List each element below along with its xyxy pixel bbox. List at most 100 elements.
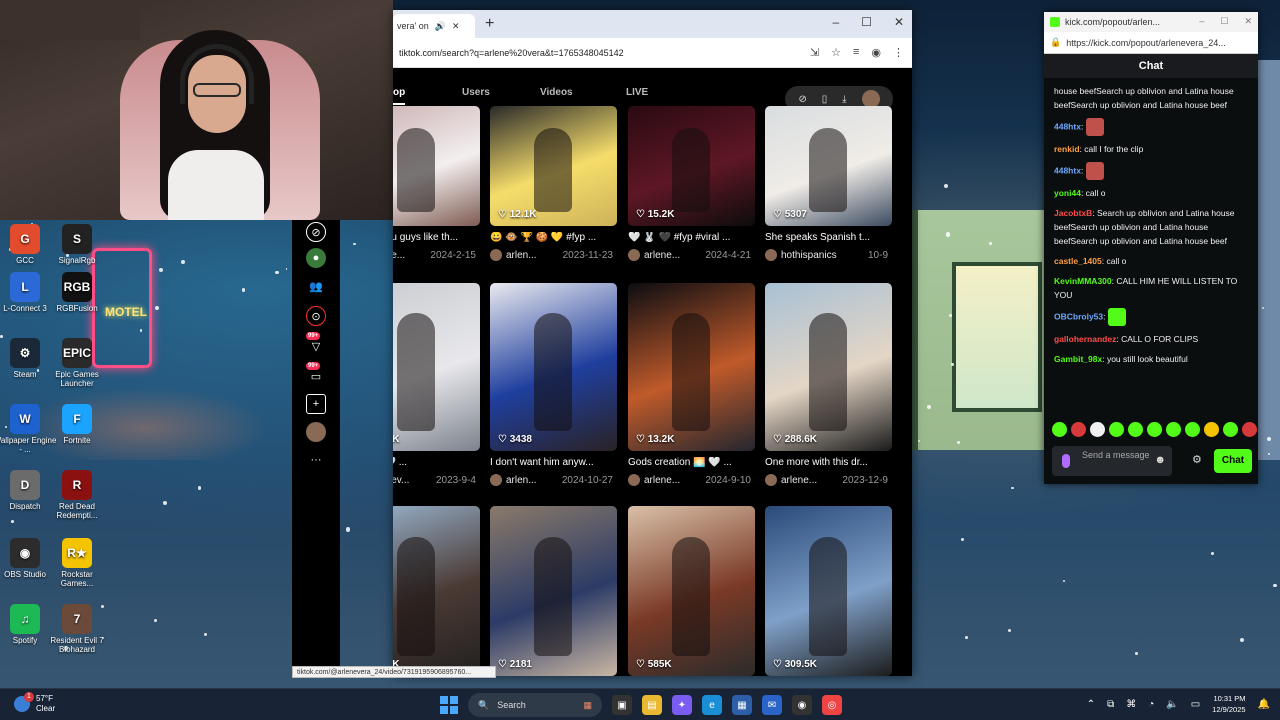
video-thumbnail[interactable]: ♡ 585K	[628, 506, 755, 676]
video-thumbnail[interactable]: ♡ 13.9K	[393, 283, 480, 451]
chat-username[interactable]: OBCbroly53	[1054, 311, 1103, 321]
author-name[interactable]: hothispanics	[781, 250, 837, 261]
video-card[interactable]: ♡ 309.5K	[765, 506, 892, 676]
chat-username[interactable]: Gambit_98x	[1054, 354, 1102, 364]
menu-kebab-icon[interactable]: ⋮	[893, 46, 904, 59]
obs-taskbar-icon[interactable]: ◉	[792, 695, 812, 715]
emote-icon[interactable]	[1223, 422, 1238, 437]
video-caption[interactable]: I don't want him anyw...	[490, 457, 617, 468]
emote-icon[interactable]	[1128, 422, 1143, 437]
kick-address-bar[interactable]: 🔒 https://kick.com/popout/arlenevera_24.…	[1044, 32, 1258, 54]
battery-icon[interactable]: ▭	[1191, 699, 1200, 710]
store-icon[interactable]: ▦	[732, 695, 752, 715]
author-avatar[interactable]	[628, 249, 640, 261]
author-name[interactable]: arlenev...	[393, 475, 409, 486]
author-name[interactable]: arlene...	[644, 250, 680, 261]
author-avatar[interactable]	[490, 474, 502, 486]
profile-icon[interactable]: ◉	[871, 46, 881, 59]
volume-icon[interactable]: 🔈	[1166, 699, 1178, 710]
emote-icon[interactable]	[1052, 422, 1067, 437]
kick-url[interactable]: https://kick.com/popout/arlenevera_24...	[1066, 38, 1226, 48]
video-card[interactable]: ♡ 5307 She speaks Spanish t... hothispanic…	[765, 106, 892, 261]
messages-icon[interactable]: ▽ 99+	[306, 332, 326, 356]
video-thumbnail[interactable]: ♡ 2181	[490, 506, 617, 676]
emote-icon[interactable]	[1204, 422, 1219, 437]
author-avatar[interactable]	[765, 474, 777, 486]
author-name[interactable]: arlene...	[393, 250, 405, 261]
author-name[interactable]: arlen...	[506, 250, 537, 261]
video-thumbnail[interactable]: ♡ 12.1K	[490, 106, 617, 226]
desktop-shortcut[interactable]: R★ Rockstar Games...	[44, 538, 110, 588]
video-thumbnail[interactable]: ♡ 13.2K	[628, 283, 755, 451]
video-card[interactable]: ♡ 2181	[490, 506, 617, 676]
close-icon[interactable]: ✕	[894, 15, 904, 29]
emote-icon[interactable]	[1147, 422, 1162, 437]
emote-icon[interactable]	[1242, 422, 1257, 437]
tray-bluetooth-icon[interactable]: ⌘	[1126, 699, 1136, 710]
video-card[interactable]: ♡ 13.9K 🤍 🤍 🤍 ... arlenev... 2023-9-4	[393, 283, 480, 486]
video-caption[interactable]: 🤍 🐰 🖤 #fyp #viral ...	[628, 232, 755, 243]
new-tab-button[interactable]: +	[485, 15, 494, 33]
tab-top[interactable]: op	[393, 87, 405, 98]
video-thumbnail[interactable]: ♡ 309.5K	[765, 506, 892, 676]
chat-input[interactable]: Send a message ☻	[1052, 446, 1172, 476]
tray-chevron-icon[interactable]: ⌃	[1087, 699, 1095, 710]
author-avatar[interactable]	[765, 249, 777, 261]
profile-avatar-icon[interactable]	[306, 422, 326, 442]
video-thumbnail[interactable]: ♡ 15.2K	[628, 106, 755, 226]
author-name[interactable]: arlene...	[781, 475, 817, 486]
mic-icon[interactable]	[1062, 454, 1070, 468]
video-caption[interactable]: 🤍 🤍 🤍 ...	[393, 457, 480, 468]
video-thumbnail[interactable]: ♡ 54.6K	[393, 506, 480, 676]
mail-icon[interactable]: ✉	[762, 695, 782, 715]
download-icon[interactable]: ⤓	[842, 94, 846, 105]
media-icon[interactable]: ≡	[853, 46, 859, 59]
start-button[interactable]	[440, 696, 458, 714]
video-card[interactable]: ♡ 15.2K 🤍 🐰 🖤 #fyp #viral ... arlene... 202…	[628, 106, 755, 261]
tab-live[interactable]: LIVE	[626, 87, 648, 98]
author-avatar[interactable]	[628, 474, 640, 486]
author-avatar[interactable]	[490, 249, 502, 261]
chat-username[interactable]: castle_1405	[1054, 256, 1102, 266]
desktop-shortcut[interactable]: R Red Dead Redempti...	[44, 470, 110, 520]
emote-icon[interactable]	[1185, 422, 1200, 437]
weather-widget[interactable]: 1 57°F Clear	[14, 692, 55, 714]
taskbar-search[interactable]: 🔍 Search ▦	[468, 693, 602, 717]
chat-settings-icon[interactable]: ⚙	[1192, 453, 1202, 466]
chat-username[interactable]: gallohernandez	[1054, 334, 1116, 344]
device-icon[interactable]: ▯	[822, 94, 828, 105]
desktop-shortcut[interactable]: 7 Resident Evil 7 Biohazard	[44, 604, 110, 654]
chat-username[interactable]: 448htx	[1054, 121, 1081, 131]
kick-maximize-icon[interactable]: ☐	[1220, 16, 1228, 27]
emoji-picker-icon[interactable]: ☻	[1154, 455, 1166, 466]
desktop-shortcut[interactable]: F Fortnite	[44, 404, 110, 445]
chrome-icon[interactable]: ◎	[822, 695, 842, 715]
desktop-shortcut[interactable]: RGB RGBFusion	[44, 272, 110, 313]
bookmark-star-icon[interactable]: ☆	[831, 46, 841, 59]
following-avatar-icon[interactable]: ●	[306, 248, 326, 268]
chat-username[interactable]: renkid	[1054, 144, 1080, 154]
chat-username[interactable]: KevinMMA300	[1054, 276, 1112, 286]
video-thumbnail[interactable]: ♡ 3438	[490, 283, 617, 451]
inbox-icon[interactable]: ▭ 99+	[306, 362, 326, 386]
upload-icon[interactable]: +	[306, 394, 326, 414]
video-caption[interactable]: One more with this dr...	[765, 457, 892, 468]
video-caption[interactable]: She speaks Spanish t...	[765, 232, 892, 243]
video-caption[interactable]: Gods creation 🌅 🤍 ...	[628, 457, 755, 468]
friends-icon[interactable]: 👥	[306, 276, 326, 296]
task-view-icon[interactable]: ▣	[612, 695, 632, 715]
tab-users[interactable]: Users	[462, 87, 490, 98]
video-caption[interactable]: Since you guys like th...	[393, 232, 480, 243]
tab-close-icon[interactable]: ✕	[452, 21, 460, 32]
tray-app-icon[interactable]: ⧉	[1107, 699, 1114, 710]
emote-icon[interactable]	[1071, 422, 1086, 437]
live-icon[interactable]: ⊙	[306, 306, 326, 326]
author-name[interactable]: arlen...	[506, 475, 537, 486]
desktop-shortcut[interactable]: S SignalRgb	[44, 224, 110, 265]
chat-username[interactable]: JacobtxB	[1054, 208, 1092, 218]
chat-username[interactable]: yoni44	[1054, 188, 1081, 198]
notification-bell-icon[interactable]: 🔔	[1258, 699, 1270, 710]
address-bar[interactable]: tiktok.com/search?q=arlene%20vera&t=1765…	[393, 38, 912, 68]
wifi-icon[interactable]: ◔	[1148, 699, 1154, 710]
more-icon[interactable]: ···	[306, 450, 326, 470]
